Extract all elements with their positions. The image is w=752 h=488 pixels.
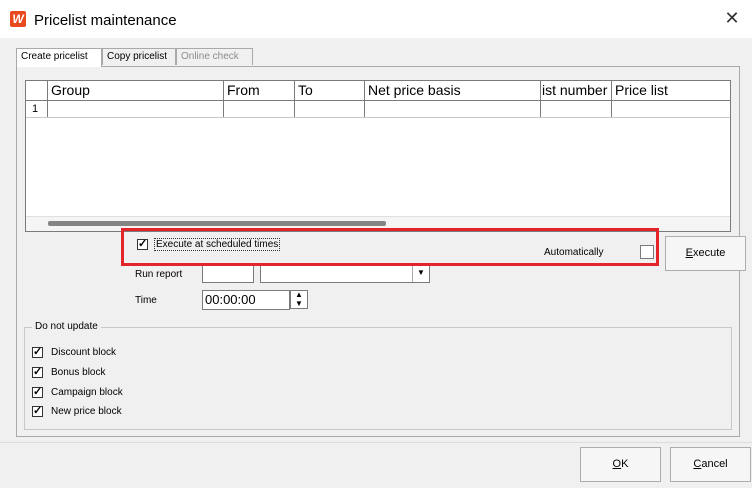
scrollbar-thumb[interactable]	[48, 221, 386, 226]
column-header-group[interactable]: Group	[48, 81, 224, 100]
cell-list-number[interactable]	[541, 101, 612, 117]
new-price-block-label: New price block	[51, 406, 122, 417]
ok-button[interactable]: OK	[580, 447, 661, 482]
pricelist-grid[interactable]: Group From To Net price basis ist number…	[25, 80, 731, 232]
run-report-label: Run report	[135, 269, 183, 280]
campaign-block-checkbox[interactable]: ✓	[32, 387, 43, 398]
row-number: 1	[26, 101, 48, 117]
do-not-update-title: Do not update	[32, 321, 101, 332]
ok-button-mnemonic: O	[612, 458, 622, 470]
spin-down-icon[interactable]: ▼	[291, 300, 307, 309]
cancel-button[interactable]: Cancel	[670, 447, 751, 482]
app-logo-icon: W	[10, 11, 26, 27]
column-header-from[interactable]: From	[224, 81, 295, 100]
discount-block-checkbox[interactable]: ✓	[32, 347, 43, 358]
cell-group[interactable]	[48, 101, 224, 117]
execute-button-label: xecute	[692, 247, 726, 259]
run-report-input[interactable]	[202, 266, 254, 283]
close-icon[interactable]: ✕	[722, 8, 742, 28]
cell-from[interactable]	[224, 101, 295, 117]
window-title: Pricelist maintenance	[34, 12, 177, 29]
grid-corner	[26, 81, 48, 100]
column-header-list-number[interactable]: ist number	[541, 81, 612, 100]
tab-create-pricelist[interactable]: Create pricelist	[16, 48, 102, 67]
automatically-label: Automatically	[544, 247, 604, 258]
title-bar: W Pricelist maintenance ✕	[0, 0, 752, 38]
tab-online-check[interactable]: Online check	[176, 48, 253, 65]
execute-button[interactable]: Execute	[665, 236, 746, 271]
column-header-price-list[interactable]: Price list	[612, 81, 730, 100]
time-input[interactable]: 00:00:00	[202, 290, 290, 310]
footer-divider	[0, 442, 752, 443]
cell-price-list[interactable]	[612, 101, 730, 117]
execute-scheduled-label: Execute at scheduled times	[154, 238, 281, 251]
time-label: Time	[135, 295, 157, 306]
time-spinner[interactable]: ▲ ▼	[290, 290, 308, 309]
bonus-block-checkbox[interactable]: ✓	[32, 367, 43, 378]
do-not-update-group: Do not update	[24, 321, 732, 430]
cell-to[interactable]	[295, 101, 365, 117]
grid-header: Group From To Net price basis ist number…	[26, 81, 730, 101]
automatically-checkbox[interactable]	[640, 245, 654, 259]
column-header-to[interactable]: To	[295, 81, 365, 100]
table-row[interactable]: 1	[26, 101, 730, 118]
bonus-block-label: Bonus block	[51, 367, 106, 378]
tab-copy-pricelist[interactable]: Copy pricelist	[102, 48, 176, 65]
run-report-select[interactable]: ▼	[260, 266, 430, 283]
column-header-net-price-basis[interactable]: Net price basis	[365, 81, 541, 100]
execute-button-mnemonic: E	[685, 247, 693, 259]
execute-scheduled-checkbox[interactable]: ✓	[137, 239, 148, 250]
pricelist-maintenance-window: W Pricelist maintenance ✕ Create priceli…	[0, 0, 752, 488]
chevron-down-icon[interactable]: ▼	[412, 266, 429, 282]
ok-button-label: K	[621, 458, 629, 470]
new-price-block-checkbox[interactable]: ✓	[32, 406, 43, 417]
grid-horizontal-scrollbar[interactable]	[26, 216, 730, 231]
cell-net-price-basis[interactable]	[365, 101, 541, 117]
campaign-block-label: Campaign block	[51, 387, 123, 398]
cancel-button-label: ancel	[701, 458, 728, 470]
discount-block-label: Discount block	[51, 347, 117, 358]
